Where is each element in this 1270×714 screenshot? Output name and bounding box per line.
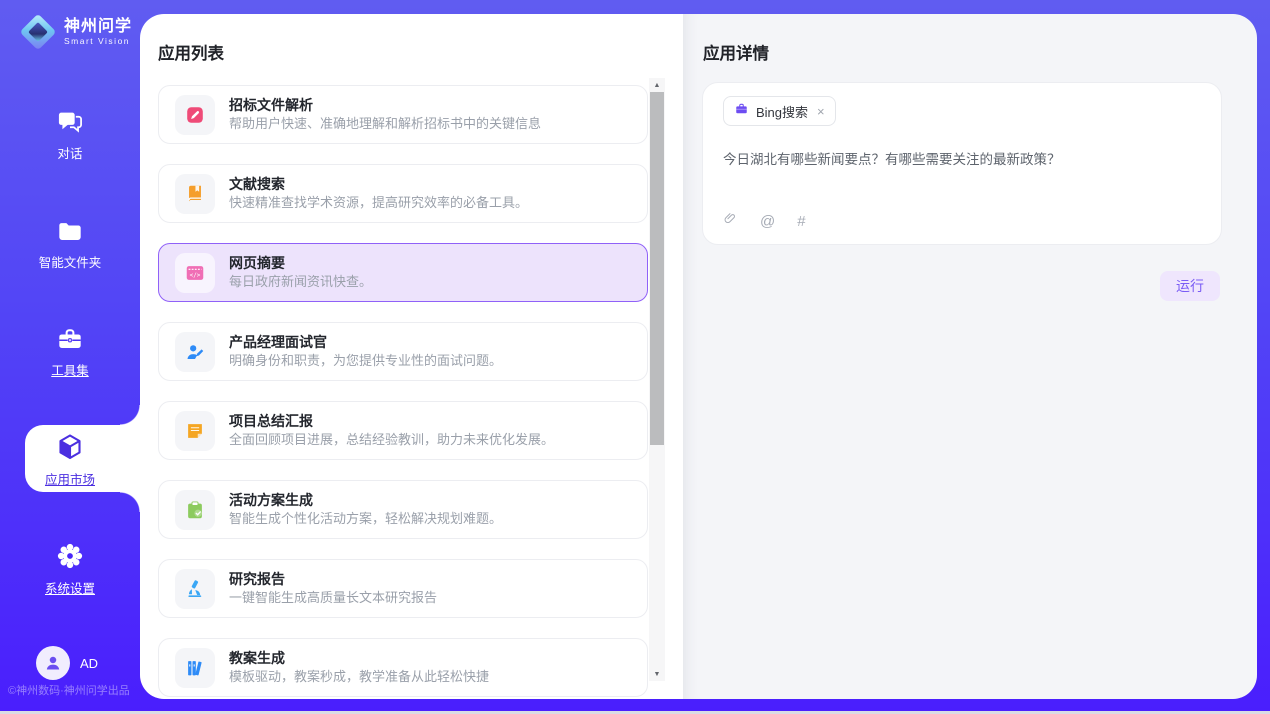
mention-icon[interactable]: @: [760, 213, 775, 230]
app-list-title: 应用列表: [158, 40, 224, 64]
brand-name: 神州问学: [64, 18, 132, 36]
sidebar-item-label: 工具集: [0, 360, 140, 379]
bubble-notch-bottom: [120, 492, 140, 512]
note-icon: [175, 411, 215, 451]
app-item-description: 智能生成个性化活动方案，轻松解决规划难题。: [229, 510, 502, 528]
main-content: 应用列表 招标文件解析帮助用户快速、准确地理解和解析招标书中的关键信息文献搜索快…: [140, 14, 1257, 699]
app-list-panel: 应用列表 招标文件解析帮助用户快速、准确地理解和解析招标书中的关键信息文献搜索快…: [140, 14, 683, 699]
app-item-description: 明确身份和职责，为您提供专业性的面试问题。: [229, 352, 502, 370]
book-icon: [175, 174, 215, 214]
webpage-code-icon: </>: [175, 253, 215, 293]
user-avatar-icon: [36, 646, 70, 680]
app-list-item[interactable]: 产品经理面试官明确身份和职责，为您提供专业性的面试问题。: [158, 322, 648, 381]
app-item-title: 招标文件解析: [229, 96, 541, 115]
app-item-description: 帮助用户快速、准确地理解和解析招标书中的关键信息: [229, 115, 541, 133]
tool-tag-bing-search[interactable]: Bing搜索 ×: [723, 96, 836, 126]
input-toolbar: @ #: [723, 210, 806, 232]
app-list-item[interactable]: 项目总结汇报全面回顾项目进展，总结经验教训，助力未来优化发展。: [158, 401, 648, 460]
sidebar: 神州问学 Smart Vision 对话 智能文件夹 工具集 应用市场 系统设置…: [0, 0, 140, 714]
app-list-item[interactable]: 研究报告一键智能生成高质量长文本研究报告: [158, 559, 648, 618]
app-item-title: 产品经理面试官: [229, 333, 502, 352]
pen-square-icon: [175, 95, 215, 135]
folder-icon: [0, 218, 140, 245]
cube-icon: [0, 432, 140, 462]
brand-logo: 神州问学 Smart Vision: [20, 14, 132, 50]
app-list: 招标文件解析帮助用户快速、准确地理解和解析招标书中的关键信息文献搜索快速精准查找…: [158, 85, 648, 699]
app-detail-title: 应用详情: [703, 40, 769, 64]
app-list-item[interactable]: 活动方案生成智能生成个性化活动方案，轻松解决规划难题。: [158, 480, 648, 539]
user-name: AD: [80, 656, 98, 671]
app-detail-panel: 应用详情 Bing搜索 × 今日湖北有哪些新闻要点？有哪些需要关注的最新政策？ …: [683, 14, 1257, 699]
user-account[interactable]: AD: [36, 646, 98, 680]
app-item-title: 项目总结汇报: [229, 412, 554, 431]
interviewer-icon: [175, 332, 215, 372]
tag-close-icon[interactable]: ×: [817, 104, 825, 119]
scroll-down-button[interactable]: ▼: [649, 667, 665, 681]
clipboard-check-icon: [175, 490, 215, 530]
sidebar-item-chat[interactable]: 对话: [0, 108, 140, 162]
hash-icon[interactable]: #: [797, 213, 805, 230]
microscope-icon: [175, 569, 215, 609]
prompt-text[interactable]: 今日湖北有哪些新闻要点？有哪些需要关注的最新政策？: [723, 150, 1199, 170]
app-list-item[interactable]: 文献搜索快速精准查找学术资源，提高研究效率的必备工具。: [158, 164, 648, 223]
app-list-item[interactable]: 教案生成模板驱动，教案秒成，教学准备从此轻松快捷: [158, 638, 648, 697]
sidebar-item-label: 系统设置: [0, 578, 140, 597]
books-icon: [175, 648, 215, 688]
paperclip-icon[interactable]: [723, 210, 738, 232]
sidebar-item-label: 智能文件夹: [0, 252, 140, 271]
run-button[interactable]: 运行: [1160, 271, 1220, 301]
app-item-title: 活动方案生成: [229, 491, 502, 510]
scrollbar-thumb[interactable]: [650, 92, 664, 445]
app-item-title: 文献搜索: [229, 175, 528, 194]
sidebar-item-toolset[interactable]: 工具集: [0, 326, 140, 379]
sidebar-item-label: 对话: [0, 143, 140, 162]
app-list-item[interactable]: </> 网页摘要每日政府新闻资讯快查。: [158, 243, 648, 302]
sidebar-item-label: 应用市场: [0, 469, 140, 488]
app-item-description: 模板驱动，教案秒成，教学准备从此轻松快捷: [229, 668, 489, 686]
app-item-description: 一键智能生成高质量长文本研究报告: [229, 589, 437, 607]
sidebar-item-app-market[interactable]: 应用市场: [0, 432, 140, 488]
tool-tag-label: Bing搜索: [756, 102, 808, 121]
chat-icon: [0, 108, 140, 136]
app-item-description: 每日政府新闻资讯快查。: [229, 273, 372, 291]
app-item-description: 快速精准查找学术资源，提高研究效率的必备工具。: [229, 194, 528, 212]
gear-icon: [0, 541, 140, 571]
svg-text:</>: </>: [190, 272, 201, 279]
brand-diamond-icon: [20, 14, 56, 50]
sidebar-item-settings[interactable]: 系统设置: [0, 541, 140, 597]
app-item-title: 教案生成: [229, 649, 489, 668]
prompt-card[interactable]: Bing搜索 × 今日湖北有哪些新闻要点？有哪些需要关注的最新政策？ @ #: [702, 82, 1222, 245]
toolbox-icon: [0, 326, 140, 353]
app-item-description: 全面回顾项目进展，总结经验教训，助力未来优化发展。: [229, 431, 554, 449]
bubble-notch-top: [120, 405, 140, 425]
brand-subtitle: Smart Vision: [64, 36, 132, 46]
app-item-title: 研究报告: [229, 570, 437, 589]
app-item-title: 网页摘要: [229, 254, 372, 273]
copyright-text: ©神州数码·神州问学出品: [8, 682, 142, 698]
scroll-up-button[interactable]: ▲: [649, 78, 665, 92]
list-scrollbar[interactable]: ▲ ▼: [649, 78, 665, 681]
sidebar-item-smart-folder[interactable]: 智能文件夹: [0, 218, 140, 271]
briefcase-icon: [734, 102, 749, 121]
app-list-item[interactable]: 招标文件解析帮助用户快速、准确地理解和解析招标书中的关键信息: [158, 85, 648, 144]
